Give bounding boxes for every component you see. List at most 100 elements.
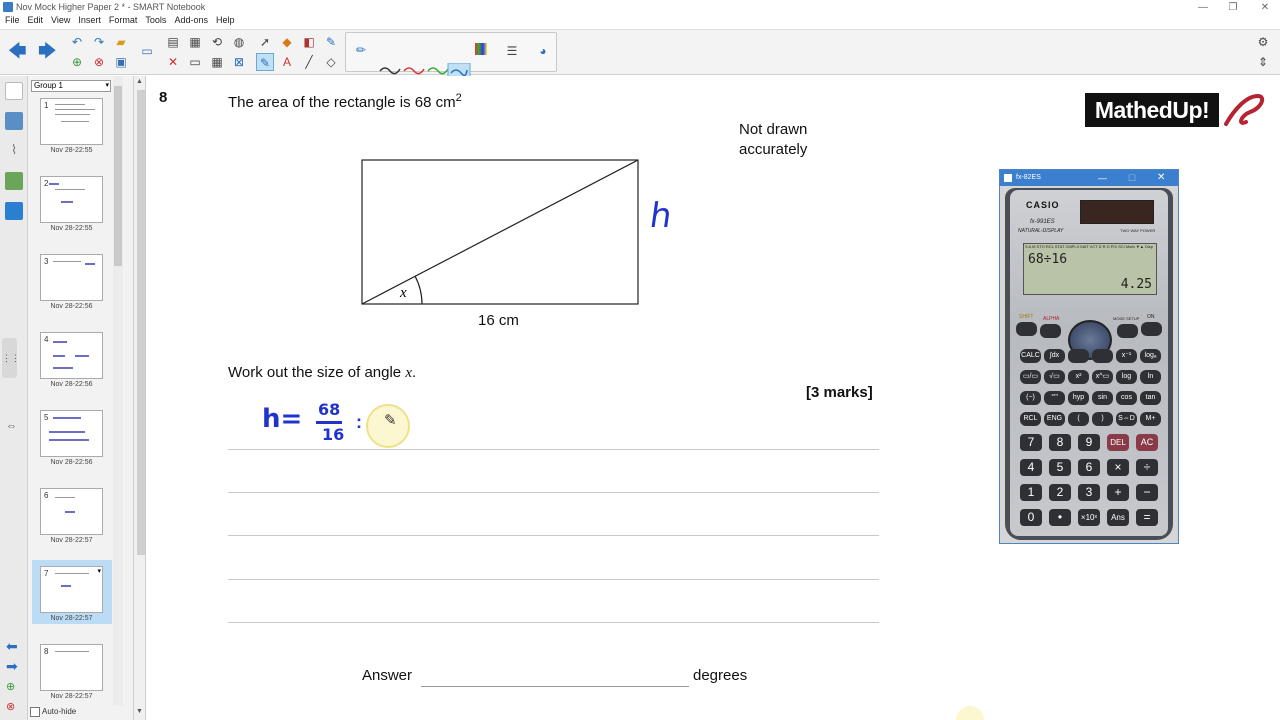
shift-key[interactable] [1016,322,1037,336]
calculator-window[interactable]: fx-82ES — ☐ ✕ CASIO fx-991ES NATURAL-DIS… [999,169,1179,544]
function-key-2-2[interactable]: hyp [1068,391,1089,405]
line-style-icon[interactable]: ☰ [503,42,521,60]
function-key-0-5[interactable]: logₐ [1140,349,1161,363]
menu-addons[interactable]: Add-ons [174,15,208,25]
gallery-tab-icon[interactable] [5,112,23,130]
function-key-2-3[interactable]: sin [1092,391,1113,405]
redo-icon[interactable]: ↷ [90,33,108,51]
page-thumbnail-5[interactable]: 5 [40,410,103,457]
function-key-0-0[interactable]: CALC [1020,349,1041,363]
function-key-1-5[interactable]: ln [1140,370,1161,384]
number-key-0-4[interactable]: AC [1136,434,1158,451]
menu-format[interactable]: Format [109,15,138,25]
scroll-up-icon[interactable]: ▲ [136,78,143,85]
capture-icon[interactable]: ⟲ [208,33,226,51]
full-screen-icon[interactable]: ▭ [186,53,204,71]
autohide-checkbox[interactable] [30,707,40,717]
close-button[interactable]: ✕ [1250,0,1280,15]
function-key-2-4[interactable]: cos [1116,391,1137,405]
screenshade-icon[interactable]: ▦ [186,33,204,51]
number-key-2-3[interactable]: + [1107,484,1129,501]
alpha-key[interactable] [1040,324,1061,338]
next-page-side-icon[interactable]: ➡ [6,658,18,675]
function-key-2-5[interactable]: tan [1140,391,1161,405]
function-key-3-4[interactable]: S⇔D [1116,412,1137,426]
number-key-2-0[interactable]: 1 [1020,484,1042,501]
number-key-3-4[interactable]: = [1136,509,1158,526]
number-key-0-3[interactable]: DEL [1107,434,1129,451]
add-page-side-icon[interactable]: ⊕ [6,680,15,693]
page-thumbnail-4[interactable]: 4 [40,332,103,379]
calculator-close-button[interactable]: ✕ [1157,170,1165,186]
scroll-down-icon[interactable]: ▼ [136,708,143,715]
table-icon[interactable]: ▦ [208,53,226,71]
number-key-3-1[interactable]: • [1049,509,1071,526]
previous-page-side-icon[interactable]: ⬅ [6,638,18,655]
function-key-2-0[interactable]: (−) [1020,391,1041,405]
function-key-3-5[interactable]: M+ [1140,412,1161,426]
number-key-2-2[interactable]: 3 [1078,484,1100,501]
calculator-minimize-button[interactable]: — [1098,170,1107,186]
page-sorter-tab-icon[interactable] [5,82,23,100]
group-select[interactable]: Group 1 ▾ [31,80,111,92]
paste-icon[interactable]: ▤ [164,33,182,51]
pen-type-icon[interactable]: ✏ [352,41,370,59]
function-key-2-1[interactable]: °'" [1044,391,1065,405]
delete-icon[interactable]: ✕ [164,53,182,71]
function-key-3-2[interactable]: ( [1068,412,1089,426]
eraser-icon[interactable]: ◧ [300,33,318,51]
fill-icon[interactable]: ◇ [322,53,340,71]
number-key-3-2[interactable]: ×10ˣ [1078,509,1100,526]
line-icon[interactable]: ╱ [300,53,318,71]
sorter-scroll-thumb[interactable] [114,86,122,266]
display-icon[interactable]: ▭ [138,42,156,60]
function-key-1-4[interactable]: log [1116,370,1137,384]
addons-tab-icon[interactable] [5,202,23,220]
undo-icon[interactable]: ↶ [68,33,86,51]
maximize-button[interactable]: ❐ [1218,0,1248,15]
delete-page-side-icon[interactable]: ⊗ [6,700,15,713]
properties-tab-icon[interactable] [5,172,23,190]
document-camera-icon[interactable]: ◍ [230,33,248,51]
magic-pen-icon[interactable]: ✎ [322,33,340,51]
number-key-0-0[interactable]: 7 [1020,434,1042,451]
number-key-1-3[interactable]: × [1107,459,1129,476]
function-key-1-0[interactable]: ▭/▭ [1020,370,1041,384]
page-thumbnail-1[interactable]: 1 [40,98,103,145]
number-key-2-1[interactable]: 2 [1049,484,1071,501]
page-thumbnail-8[interactable]: 8 [40,644,103,691]
page-thumbnail-6[interactable]: 6 [40,488,103,535]
next-page-icon[interactable]: 🡆 [38,42,57,60]
menu-tools[interactable]: Tools [145,15,166,25]
collapse-handle-icon[interactable]: ⋮⋮ [2,338,20,378]
menu-view[interactable]: View [51,15,70,25]
page-thumbnail-3[interactable]: 3 [40,254,103,301]
menu-help[interactable]: Help [216,15,235,25]
color-palette-icon[interactable] [472,42,490,60]
toolbar-position-icon[interactable]: ⇕ [1254,53,1272,71]
page-scroll-thumb[interactable] [137,90,145,555]
pens-icon[interactable]: ✎ [256,53,274,71]
transparency-icon[interactable]: ◕ [534,42,552,60]
number-key-3-3[interactable]: Ans [1107,509,1129,526]
page-thumbnail-7[interactable]: 7 ▾ [40,566,103,613]
menu-insert[interactable]: Insert [78,15,101,25]
number-key-1-4[interactable]: ÷ [1136,459,1158,476]
previous-page-icon[interactable]: 🡄 [8,42,27,60]
menu-edit[interactable]: Edit [28,15,44,25]
function-key-0-2[interactable] [1068,349,1089,363]
minimize-button[interactable]: — [1188,0,1218,15]
shapes-icon[interactable]: ◆ [278,33,296,51]
function-key-1-2[interactable]: x² [1068,370,1089,384]
calculator-maximize-button[interactable]: ☐ [1128,170,1136,186]
answer-blank[interactable] [421,686,689,687]
resize-arrows-icon[interactable]: ⇔ [6,420,17,432]
page-thumbnail-2[interactable]: 2 [40,176,103,223]
number-key-1-2[interactable]: 6 [1078,459,1100,476]
add-page-icon[interactable]: ⊕ [68,53,86,71]
function-key-3-1[interactable]: ENG [1044,412,1065,426]
function-key-0-4[interactable]: x⁻¹ [1116,349,1137,363]
attachments-tab-icon[interactable]: ⌇ [5,142,23,160]
text-icon[interactable]: A [278,53,296,71]
on-key[interactable] [1141,322,1162,336]
